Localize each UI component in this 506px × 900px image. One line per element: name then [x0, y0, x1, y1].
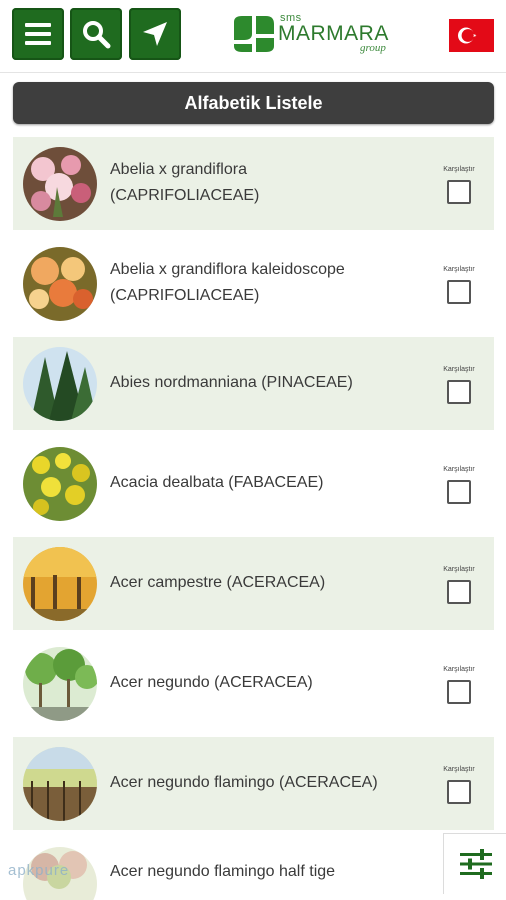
logo-tagline: group	[360, 42, 386, 54]
alphabetical-sort-button[interactable]: Alfabetik Listele	[13, 82, 494, 124]
location-button[interactable]	[129, 8, 181, 60]
compare-checkbox[interactable]	[447, 380, 471, 404]
list-item[interactable]: Acer campestre (ACERACEA) Karşılaştır	[13, 537, 494, 630]
plant-name[interactable]: Acer negundo flamingo (ACERACEA)	[110, 770, 430, 796]
compare-control: Karşılaştır	[438, 665, 480, 704]
compare-label: Karşılaştır	[443, 666, 475, 673]
plant-species: Acer negundo flamingo half tige	[110, 863, 336, 880]
plant-species: Abelia x grandiflora kaleidoscope	[110, 261, 345, 278]
list-item[interactable]: Abelia x grandiflora kaleidoscope (CAPRI…	[13, 237, 494, 330]
plant-name[interactable]: Abelia x grandiflora kaleidoscope (CAPRI…	[110, 257, 430, 309]
compare-label: Karşılaştır	[443, 466, 475, 473]
plant-thumbnail[interactable]	[23, 747, 97, 821]
compare-control: Karşılaştır	[438, 465, 480, 504]
list-item[interactable]: Abelia x grandiflora (CAPRIFOLIACEAE) Ka…	[13, 137, 494, 230]
language-flag-button[interactable]	[449, 19, 494, 52]
plant-family: (CAPRIFOLIACEAE)	[110, 287, 260, 304]
search-button[interactable]	[70, 8, 122, 60]
compare-checkbox[interactable]	[447, 480, 471, 504]
plant-species: Abelia x grandiflora	[110, 161, 247, 178]
plant-thumbnail[interactable]	[23, 247, 97, 321]
compare-control: Karşılaştır	[438, 265, 480, 304]
leaf-logo-icon	[234, 16, 274, 52]
list-item[interactable]: Abies nordmanniana (PINACEAE) Karşılaştı…	[13, 337, 494, 430]
list-item[interactable]: Acacia dealbata (FABACEAE) Karşılaştır	[13, 437, 494, 530]
compare-checkbox[interactable]	[447, 680, 471, 704]
watermark: apkpure	[8, 862, 70, 879]
compare-label: Karşılaştır	[443, 566, 475, 573]
plant-family: (CAPRIFOLIACEAE)	[110, 187, 260, 204]
list-item[interactable]: Acer negundo flamingo (ACERACEA) Karşıla…	[13, 737, 494, 830]
compare-label: Karşılaştır	[443, 266, 475, 273]
compare-label: Karşılaştır	[443, 766, 475, 773]
navigation-arrow-icon	[143, 22, 167, 46]
plant-thumbnail[interactable]	[23, 447, 97, 521]
app-header: sms MARMARA group	[0, 0, 506, 73]
plant-species: Acer campestre (ACERACEA)	[110, 574, 326, 591]
list-item[interactable]: Acer negundo (ACERACEA) Karşılaştır	[13, 637, 494, 730]
compare-label: Karşılaştır	[443, 166, 475, 173]
turkey-flag-icon	[449, 19, 494, 52]
brand-logo[interactable]: sms MARMARA group	[230, 12, 395, 58]
compare-checkbox[interactable]	[447, 780, 471, 804]
filter-button[interactable]	[443, 833, 506, 894]
plant-species: Acacia dealbata (FABACEAE)	[110, 474, 324, 491]
compare-checkbox[interactable]	[447, 580, 471, 604]
plant-thumbnail[interactable]	[23, 647, 97, 721]
compare-checkbox[interactable]	[447, 180, 471, 204]
compare-control: Karşılaştır	[438, 565, 480, 604]
plant-name[interactable]: Acer negundo flamingo half tige	[110, 859, 430, 885]
plant-name[interactable]: Acer negundo (ACERACEA)	[110, 670, 430, 696]
compare-label: Karşılaştır	[443, 366, 475, 373]
plant-species: Acer negundo (ACERACEA)	[110, 674, 313, 691]
plant-thumbnail[interactable]	[23, 347, 97, 421]
plant-name[interactable]: Abies nordmanniana (PINACEAE)	[110, 370, 430, 396]
plant-name[interactable]: Acacia dealbata (FABACEAE)	[110, 470, 430, 496]
plant-name[interactable]: Acer campestre (ACERACEA)	[110, 570, 430, 596]
compare-checkbox[interactable]	[447, 280, 471, 304]
list-item[interactable]: Acer negundo flamingo half tige	[13, 837, 494, 900]
filter-sliders-icon	[459, 849, 492, 879]
compare-control: Karşılaştır	[438, 365, 480, 404]
menu-button[interactable]	[12, 8, 64, 60]
hamburger-menu-icon	[25, 23, 51, 45]
plant-species: Acer negundo flamingo (ACERACEA)	[110, 774, 378, 791]
plant-thumbnail[interactable]	[23, 147, 97, 221]
compare-control: Karşılaştır	[438, 165, 480, 204]
plant-species: Abies nordmanniana (PINACEAE)	[110, 374, 353, 391]
plant-name[interactable]: Abelia x grandiflora (CAPRIFOLIACEAE)	[110, 157, 430, 209]
plant-list: Abelia x grandiflora (CAPRIFOLIACEAE) Ka…	[0, 134, 506, 900]
search-icon	[83, 21, 111, 49]
compare-control: Karşılaştır	[438, 765, 480, 804]
plant-thumbnail[interactable]	[23, 547, 97, 621]
